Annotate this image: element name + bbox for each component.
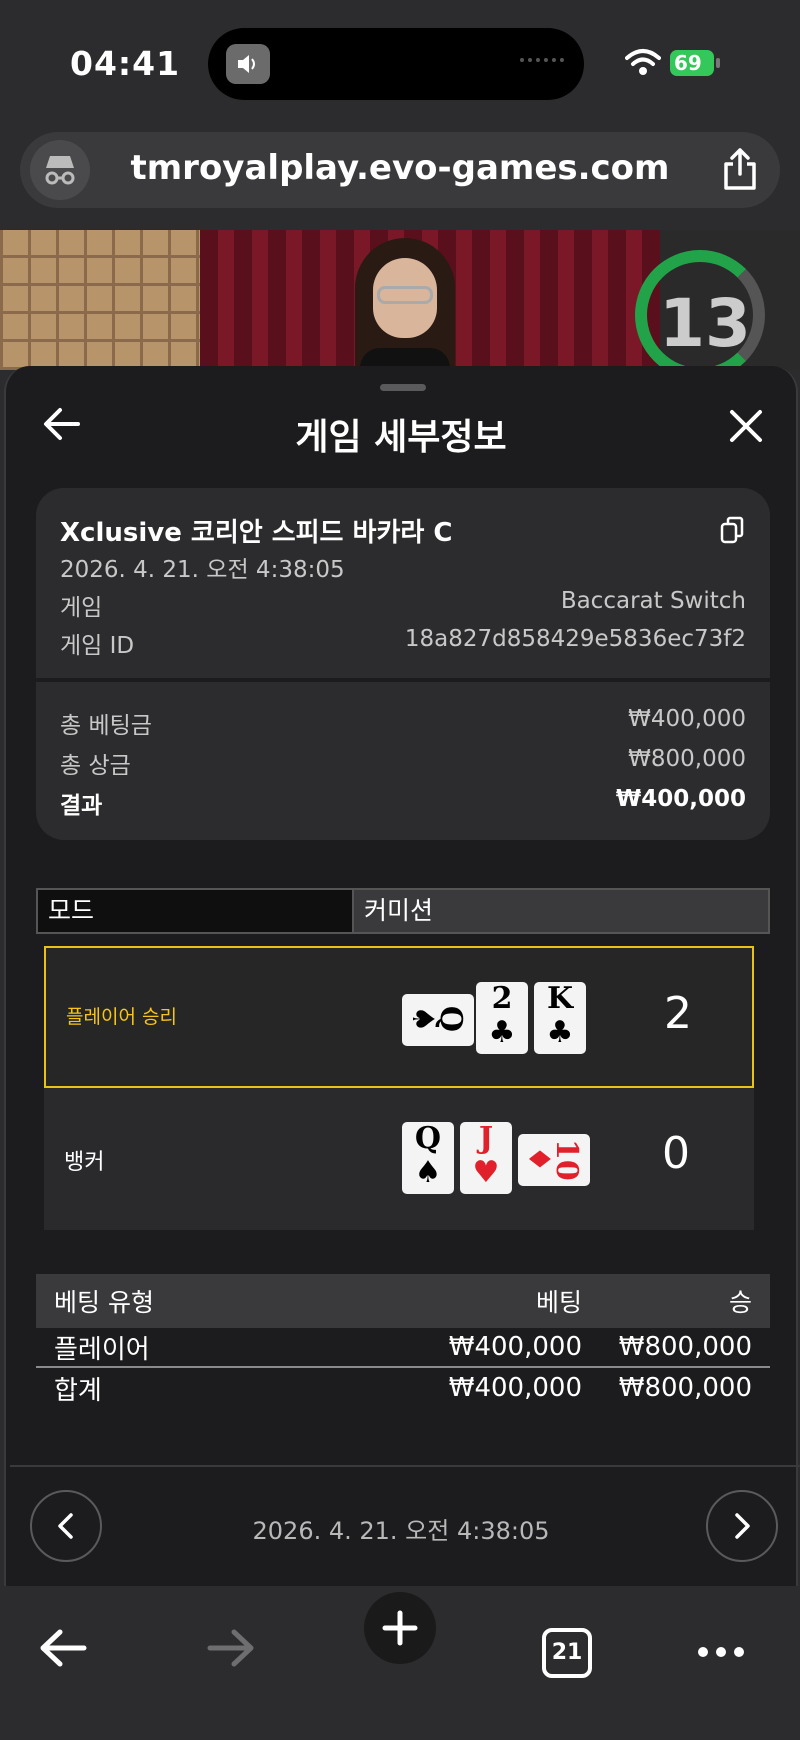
game-row: 게임 Baccarat Switch [60,588,746,622]
game-datetime: 2026. 4. 21. 오전 4:38:05 [60,557,345,583]
status-bar: 04:41 69 [0,0,800,125]
row-win: ₩800,000 [618,1332,752,1362]
total-label: 합계 [54,1375,102,1406]
table-row: 플레이어 ₩400,000 ₩800,000 [36,1328,770,1368]
game-id-row: 게임 ID 18a827d858429e5836ec73f2 [60,626,746,660]
game-details-sheet: 게임 세부정보 Xclusive 코리안 스피드 바카라 C 2026. 4. … [4,366,800,1586]
header-bet-type: 베팅 유형 [54,1288,154,1317]
round-datetime: 2026. 4. 21. 오전 4:38:05 [252,1517,550,1545]
player-card-1: Q ♠ [402,994,474,1046]
close-icon[interactable] [728,408,764,448]
total-bet: ₩400,000 [448,1373,582,1403]
banker-card-2: J ♥ [460,1122,512,1194]
player-score: 2 [664,988,692,1039]
plus-icon [382,1610,418,1646]
banker-score: 0 [662,1128,690,1179]
header-win: 승 [728,1288,752,1317]
total-bet-row: 총 베팅금 ₩400,000 [60,706,746,740]
island-dots [520,58,564,62]
next-round-button[interactable] [706,1490,778,1562]
countdown-timer: 13 [659,285,751,362]
tab-commission[interactable]: 커미션 [354,888,770,934]
banker-card-3: 10 ♦ [518,1134,590,1186]
game-id-label: 게임 ID [60,633,135,659]
tabs-count-button[interactable]: 21 [542,1628,592,1678]
share-icon[interactable] [722,148,758,194]
total-win: ₩800,000 [618,1373,752,1403]
game-label: 게임 [60,595,103,621]
battery-level: 69 [674,51,702,75]
result-label: 결과 [60,793,103,819]
url-text[interactable]: tmroyalplay.evo-games.com [20,148,780,188]
battery-icon: 69 [670,50,720,76]
total-row: 합계 ₩400,000 ₩800,000 [36,1368,770,1408]
dealer [355,238,455,370]
view-tabs: 모드 커미션 [36,888,770,934]
bets-table: 베팅 유형 베팅 승 플레이어 ₩400,000 ₩800,000 합계 ₩40… [36,1274,770,1408]
total-bet-label: 총 베팅금 [60,713,152,739]
dynamic-island [208,28,584,100]
speaker-icon [226,44,270,84]
total-bet-value: ₩400,000 [628,706,746,732]
banker-outcome: 뱅커 Q ♠ J ♥ 10 ♦ 0 [44,1088,754,1230]
player-outcome: 플레이어 승리 Q ♠ 2 ♣ K ♣ 2 [44,946,754,1088]
result-value: ₩400,000 [615,786,746,812]
browser-back-icon[interactable] [38,1628,88,1672]
result-row: 결과 ₩400,000 [60,786,746,820]
player-card-3: K ♣ [534,982,586,1054]
total-prize-value: ₩800,000 [628,746,746,772]
bets-table-header: 베팅 유형 베팅 승 [36,1274,770,1328]
game-id-value: 18a827d858429e5836ec73f2 [404,626,746,652]
divider [10,1465,800,1467]
status-time: 04:41 [70,44,181,83]
table-name: Xclusive 코리안 스피드 바카라 C [60,518,453,548]
player-label: 플레이어 승리 [66,1006,177,1028]
banker-label: 뱅커 [64,1150,105,1175]
sheet-handle[interactable] [380,384,426,391]
tab-mode[interactable]: 모드 [36,888,354,934]
more-icon[interactable] [696,1644,746,1663]
copy-icon[interactable] [720,516,744,548]
new-tab-button[interactable] [364,1586,436,1664]
row-bet-type: 플레이어 [54,1334,150,1365]
address-bar[interactable]: tmroyalplay.evo-games.com [20,132,780,208]
sheet-title: 게임 세부정보 [295,417,507,458]
wifi-icon [625,48,661,80]
total-prize-label: 총 상금 [60,753,131,779]
lattice-panel [0,230,200,370]
game-summary-card: Xclusive 코리안 스피드 바카라 C 2026. 4. 21. 오전 4… [36,488,770,840]
banker-card-1: Q ♠ [402,1122,454,1194]
game-value: Baccarat Switch [560,588,746,614]
player-card-2: 2 ♣ [476,982,528,1054]
header-bet: 베팅 [535,1288,582,1317]
browser-toolbar: 21 [0,1586,800,1740]
browser-forward-icon[interactable] [206,1628,256,1672]
row-bet: ₩400,000 [448,1332,582,1362]
total-prize-row: 총 상금 ₩800,000 [60,746,746,780]
